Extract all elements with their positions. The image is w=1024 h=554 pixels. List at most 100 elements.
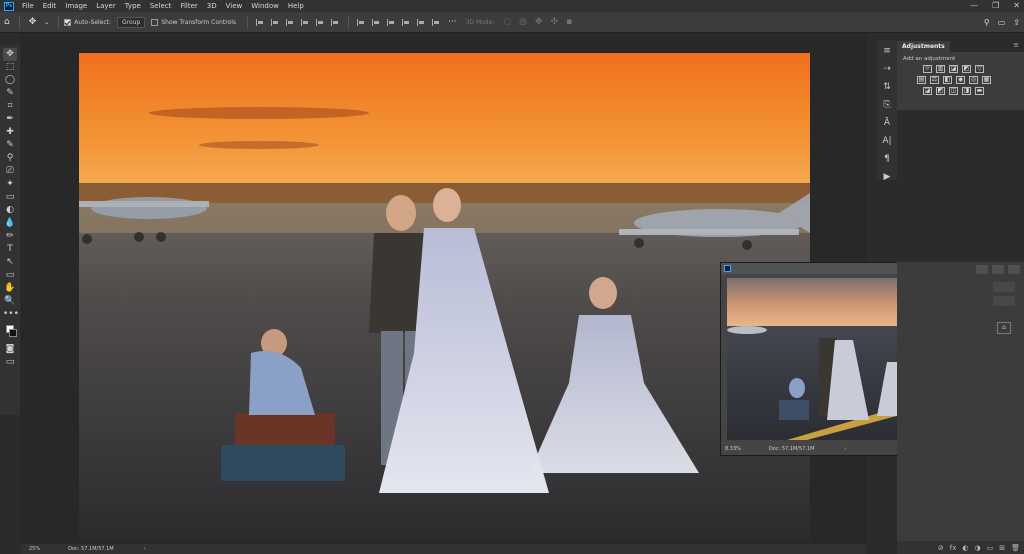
curves-icon[interactable]: ◪ [949,65,958,73]
zoom-level[interactable]: 8.33% [725,446,741,452]
play-icon[interactable]: ▶ [880,170,894,185]
link-layers-icon[interactable]: ⊘ [938,544,944,552]
shape-tool-icon[interactable]: ▭ [3,269,17,282]
align-left-icon[interactable] [256,18,265,26]
levels-icon[interactable]: ▥ [936,65,945,73]
lasso-tool-icon[interactable]: ◯ [3,74,17,87]
glyphs-icon[interactable]: Ȃ [880,116,894,131]
brightness-contrast-icon[interactable]: ☼ [923,65,932,73]
invert-icon[interactable]: ◪ [923,87,932,95]
color-balance-icon[interactable]: ⚖ [930,76,939,84]
zoom-tool-icon[interactable]: 🔍 [3,295,17,308]
threshold-icon[interactable]: ◫ [949,87,958,95]
auto-select-checkbox[interactable] [64,18,72,26]
gradient-map-icon[interactable]: ▬ [975,87,984,95]
menu-help[interactable]: Help [288,0,304,12]
share-icon[interactable]: ⇪ [1013,18,1020,27]
quick-mask-icon[interactable]: ◙ [3,343,17,356]
close-button[interactable]: ✕ [1013,0,1020,12]
color-lookup-icon[interactable]: ▦ [982,76,991,84]
align-center-icon[interactable] [271,18,280,26]
distribute-icon[interactable] [432,18,441,26]
vibrance-icon[interactable]: ▽ [975,65,984,73]
align-top-icon[interactable] [301,18,310,26]
search-icon[interactable]: ⚲ [984,18,990,27]
menu-layer[interactable]: Layer [96,0,116,12]
photoshop-logo[interactable]: Ps [4,1,14,11]
paragraph-icon[interactable]: ¶ [880,152,894,167]
posterize-icon[interactable]: ◩ [936,87,945,95]
swatches-icon[interactable]: ⇅ [880,80,894,95]
show-transform-checkbox[interactable] [151,18,159,26]
menu-edit[interactable]: Edit [43,0,57,12]
minimize-button[interactable]: — [970,0,978,12]
brushes-icon[interactable]: ⎘ [880,98,894,113]
home-icon[interactable]: ⌂ [4,17,10,27]
distribute-icon[interactable] [417,18,426,26]
hue-saturation-icon[interactable]: ▤ [917,76,926,84]
history-brush-tool-icon[interactable]: ⎚ [3,165,17,178]
crop-tool-icon[interactable]: ⌗ [3,100,17,113]
marquee-tool-icon[interactable]: ⬚ [3,61,17,74]
history-icon[interactable]: ≡ [880,44,894,59]
layer-style-icon[interactable]: fx [950,544,957,552]
align-middle-icon[interactable] [316,18,325,26]
stamp-tool-icon[interactable]: ⚲ [3,152,17,165]
tab-adjustments[interactable]: Adjustments [897,41,950,52]
menu-file[interactable]: File [22,0,34,12]
opacity-field[interactable] [993,282,1015,292]
delete-layer-icon[interactable]: 🗑 [1011,544,1020,552]
move-icon[interactable]: ✥ [29,17,37,27]
align-bottom-icon[interactable] [331,18,340,26]
selective-color-icon[interactable]: ◨ [962,87,971,95]
chevron-right-icon[interactable]: › [844,446,846,452]
auto-select-dropdown[interactable]: Group [117,16,146,28]
zoom-level[interactable]: 25% [29,546,40,552]
new-group-icon[interactable]: ▭ [987,544,994,552]
menu-select[interactable]: Select [150,0,172,12]
adjustment-layer-icon[interactable]: ◑ [975,544,981,552]
menu-3d[interactable]: 3D [207,0,217,12]
workspace-icon[interactable]: ▭ [998,18,1006,27]
menu-view[interactable]: View [226,0,243,12]
distribute-icon[interactable] [387,18,396,26]
character-icon[interactable]: A| [880,134,894,149]
eyedropper-tool-icon[interactable]: ✒ [3,113,17,126]
screen-mode-icon[interactable]: ▭ [3,356,17,369]
blur-tool-icon[interactable]: 💧 [3,217,17,230]
distribute-icon[interactable] [372,18,381,26]
distribute-icon[interactable] [402,18,411,26]
panel-menu-icon[interactable]: ≡ [1013,41,1019,49]
exposure-icon[interactable]: ◩ [962,65,971,73]
path-select-tool-icon[interactable]: ↖ [3,256,17,269]
menu-type[interactable]: Type [125,0,141,12]
chevron-down-icon[interactable]: ⌄ [44,19,49,26]
distribute-icon[interactable] [357,18,366,26]
photo-filter-icon[interactable]: ◉ [956,76,965,84]
menu-window[interactable]: Window [251,0,279,12]
actions-icon[interactable]: ⇢ [880,62,894,77]
fill-field[interactable] [993,296,1015,306]
maximize-button[interactable]: ❐ [992,0,999,12]
new-layer-icon[interactable]: ⊞ [999,544,1005,552]
layer-filter-button[interactable] [992,265,1004,274]
background-color-swatch[interactable] [9,329,17,337]
menu-filter[interactable]: Filter [180,0,197,12]
layer-filter-button[interactable] [1008,265,1020,274]
menu-image[interactable]: Image [65,0,87,12]
align-right-icon[interactable] [286,18,295,26]
move-tool-icon[interactable]: ✥ [3,48,17,61]
gradient-tool-icon[interactable]: ▭ [3,191,17,204]
document-canvas[interactable] [79,53,810,541]
dodge-tool-icon[interactable]: ◐ [3,204,17,217]
layer-filter-button[interactable] [976,265,988,274]
pen-tool-icon[interactable]: ✏ [3,230,17,243]
eraser-tool-icon[interactable]: ✦ [3,178,17,191]
more-tools-icon[interactable]: ••• [3,308,19,321]
add-mask-icon[interactable]: ◐ [962,544,968,552]
quick-select-tool-icon[interactable]: ✎ [3,87,17,100]
lock-icon[interactable]: ⌂ [997,322,1011,334]
type-tool-icon[interactable]: T [3,243,17,256]
more-icon[interactable]: ··· [448,17,457,27]
black-white-icon[interactable]: ◧ [943,76,952,84]
